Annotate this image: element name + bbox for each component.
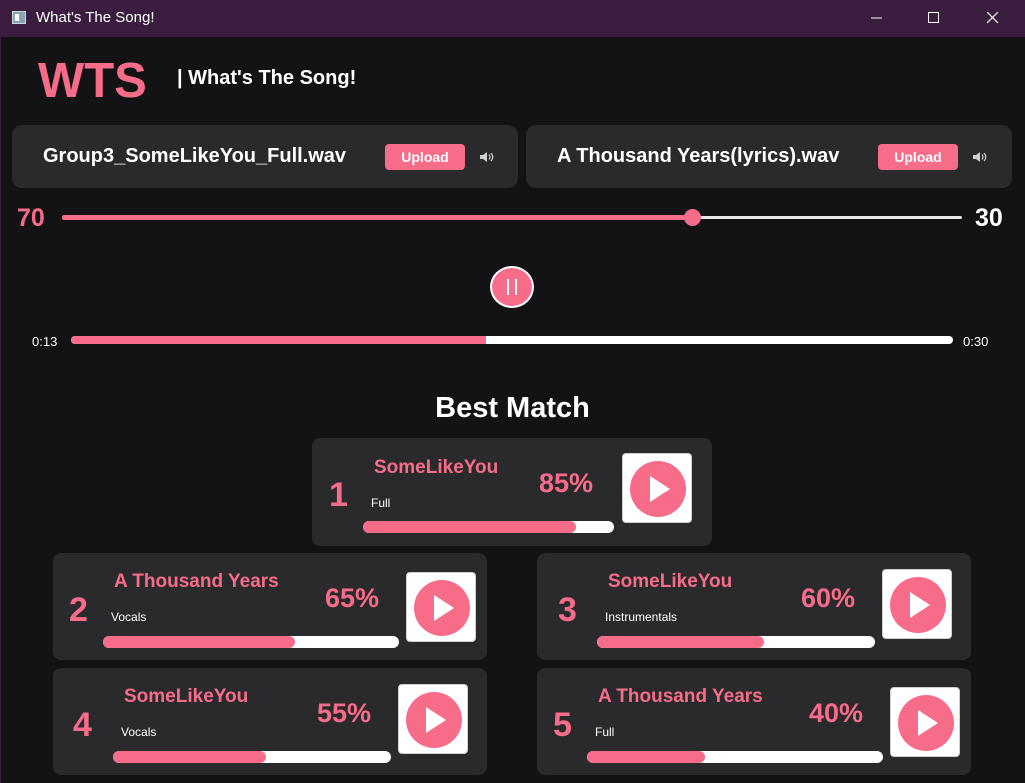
play-button[interactable]	[406, 572, 476, 642]
maximize-button[interactable]	[911, 0, 957, 37]
upload-button[interactable]: Upload	[385, 144, 465, 170]
match-score: 85%	[539, 468, 594, 498]
mix-right-value: 30	[975, 204, 1003, 232]
match-rank: 3	[558, 591, 577, 629]
play-icon	[918, 710, 938, 736]
title-bar: What's The Song!	[0, 0, 1025, 37]
match-song-title: SomeLikeYou	[374, 457, 499, 478]
play-button[interactable]	[890, 687, 960, 757]
match-score-fill	[363, 521, 577, 533]
minimize-icon	[871, 17, 882, 19]
match-rank: 1	[329, 476, 348, 514]
match-score-bar	[363, 521, 614, 533]
match-score-bar	[103, 636, 399, 648]
play-icon	[650, 476, 670, 502]
match-score: 55%	[317, 698, 372, 728]
match-variant: Instrumentals	[605, 610, 678, 624]
match-card: 3 SomeLikeYou Instrumentals 60%	[537, 553, 971, 660]
app-tagline: | What's The Song!	[177, 67, 357, 89]
match-rank: 5	[553, 706, 572, 744]
playback-progress-bar[interactable]	[71, 336, 953, 344]
match-variant: Full	[371, 496, 391, 510]
file-name: A Thousand Years(lyrics).wav	[557, 145, 840, 167]
file-card-1: Group3_SomeLikeYou_Full.wav Upload	[12, 125, 518, 188]
match-variant: Vocals	[121, 725, 157, 739]
match-variant: Vocals	[111, 610, 147, 624]
match-score-fill	[103, 636, 296, 648]
best-match-title: Best Match	[435, 392, 590, 424]
match-card: 2 A Thousand Years Vocals 65%	[53, 553, 487, 660]
pause-button[interactable]	[490, 266, 534, 308]
playback-progress-fill	[71, 336, 486, 344]
match-variant: Full	[595, 725, 615, 739]
total-time: 0:30	[963, 334, 989, 349]
play-button[interactable]	[398, 684, 468, 754]
match-card: 1 SomeLikeYou Full 85%	[312, 438, 712, 546]
current-time: 0:13	[32, 334, 58, 349]
app-icon	[12, 11, 26, 24]
mix-slider[interactable]	[62, 209, 962, 226]
speaker-icon[interactable]	[479, 150, 495, 164]
match-song-title: SomeLikeYou	[124, 686, 249, 707]
match-score-bar	[113, 751, 391, 763]
close-icon	[987, 12, 999, 24]
match-score-fill	[113, 751, 266, 763]
play-icon	[434, 595, 454, 621]
match-score-fill	[597, 636, 764, 648]
play-button[interactable]	[622, 453, 692, 523]
match-card: 4 SomeLikeYou Vocals 55%	[53, 668, 487, 775]
minimize-button[interactable]	[854, 0, 900, 37]
match-song-title: SomeLikeYou	[608, 571, 733, 592]
file-name: Group3_SomeLikeYou_Full.wav	[43, 145, 347, 167]
close-button[interactable]	[970, 0, 1016, 37]
match-score-bar	[597, 636, 875, 648]
match-card: 5 A Thousand Years Full 40%	[537, 668, 971, 775]
match-song-title: A Thousand Years	[598, 686, 763, 707]
match-rank: 2	[69, 591, 88, 629]
play-button[interactable]	[882, 569, 952, 639]
match-song-title: A Thousand Years	[114, 571, 279, 592]
maximize-icon	[928, 12, 939, 23]
window-title: What's The Song!	[36, 9, 155, 26]
match-score: 65%	[325, 583, 380, 613]
mix-slider-fill	[62, 215, 692, 220]
match-score-fill	[587, 751, 706, 763]
match-score-bar	[587, 751, 883, 763]
play-icon	[910, 592, 930, 618]
match-score: 40%	[809, 698, 864, 728]
play-icon	[426, 707, 446, 733]
app-logo: WTS	[38, 54, 147, 108]
speaker-icon[interactable]	[972, 150, 988, 164]
mix-slider-handle[interactable]	[684, 209, 701, 226]
upload-button[interactable]: Upload	[878, 144, 958, 170]
match-score: 60%	[801, 583, 856, 613]
match-rank: 4	[73, 706, 92, 744]
mix-left-value: 70	[17, 204, 45, 232]
file-card-2: A Thousand Years(lyrics).wav Upload	[526, 125, 1012, 188]
